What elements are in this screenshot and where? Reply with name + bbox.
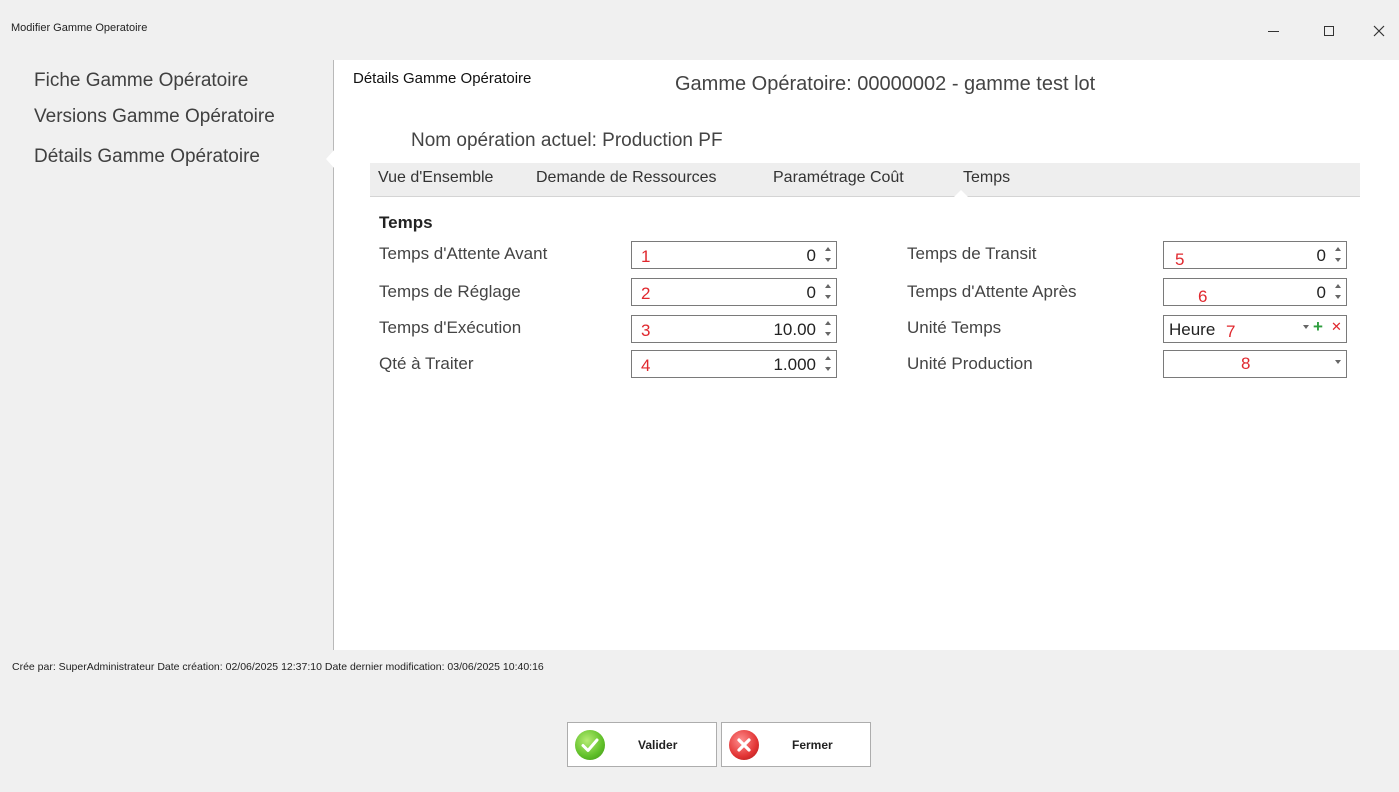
remove-icon[interactable]: ✕ xyxy=(1331,319,1342,335)
group-title: Temps xyxy=(379,213,433,232)
qte-spinner[interactable] xyxy=(823,354,833,374)
spin-up-icon xyxy=(1335,284,1341,288)
sidebar: Fiche Gamme Opératoire Versions Gamme Op… xyxy=(0,60,335,650)
active-tab-indicator xyxy=(954,190,968,197)
window-title: Modifier Gamme Operatoire xyxy=(11,22,148,34)
spin-down-icon xyxy=(825,332,831,336)
creation-info: Crée par: SuperAdministrateur Date créat… xyxy=(12,661,544,673)
section-title: Détails Gamme Opératoire xyxy=(353,70,532,87)
field-label-attente-apres: Temps d'Attente Après xyxy=(907,282,1077,301)
maximize-icon xyxy=(1324,26,1334,36)
unite-production-select[interactable]: 8 xyxy=(1163,350,1347,378)
spin-down-icon xyxy=(825,367,831,371)
qte-input[interactable]: 4 1.000 xyxy=(631,350,837,378)
annotation-marker: 8 xyxy=(1241,354,1251,373)
title-bar: Modifier Gamme Operatoire xyxy=(0,0,1399,60)
annotation-marker: 7 xyxy=(1226,322,1236,341)
add-icon[interactable]: + xyxy=(1313,317,1323,337)
spin-up-icon xyxy=(1335,247,1341,251)
tab-parametrage-cout[interactable]: Paramétrage Coût xyxy=(773,169,904,187)
spin-up-icon xyxy=(825,247,831,251)
dropdown-arrow-icon[interactable] xyxy=(1335,360,1341,364)
reglage-value: 0 xyxy=(806,283,816,302)
spin-up-icon xyxy=(825,356,831,360)
attente-apres-input[interactable]: 6 0 xyxy=(1163,278,1347,306)
field-label-unite-production: Unité Production xyxy=(907,354,1033,373)
tab-temps[interactable]: Temps xyxy=(963,169,1010,187)
execution-value: 10.00 xyxy=(773,320,816,339)
field-label-reglage: Temps de Réglage xyxy=(379,282,521,301)
check-icon xyxy=(575,730,605,760)
annotation-marker: 3 xyxy=(641,321,651,340)
attente-avant-value: 0 xyxy=(806,246,816,265)
tab-bar: Vue d'Ensemble Demande de Ressources Par… xyxy=(370,163,1360,197)
gamme-title: Gamme Opératoire: 00000002 - gamme test … xyxy=(675,73,1096,95)
attente-apres-value: 0 xyxy=(1316,283,1326,302)
close-window-button[interactable] xyxy=(1356,16,1399,46)
maximize-button[interactable] xyxy=(1306,16,1352,46)
attente-apres-spinner[interactable] xyxy=(1333,282,1343,302)
reglage-spinner[interactable] xyxy=(823,282,833,302)
operation-name: Nom opération actuel: Production PF xyxy=(411,130,723,151)
attente-avant-spinner[interactable] xyxy=(823,245,833,265)
field-label-transit: Temps de Transit xyxy=(907,244,1037,263)
sidebar-item-details[interactable]: Détails Gamme Opératoire xyxy=(34,146,260,168)
spin-down-icon xyxy=(825,258,831,262)
close-icon xyxy=(1373,25,1385,37)
unite-temps-value: Heure xyxy=(1169,320,1216,339)
execution-input[interactable]: 3 10.00 xyxy=(631,315,837,343)
transit-value: 0 xyxy=(1316,246,1326,265)
minimize-icon xyxy=(1267,30,1279,32)
sidebar-item-fiche[interactable]: Fiche Gamme Opératoire xyxy=(34,70,248,92)
annotation-marker: 4 xyxy=(641,356,651,375)
qte-value: 1.000 xyxy=(773,355,816,374)
cancel-icon xyxy=(729,730,759,760)
close-label: Fermer xyxy=(792,738,833,752)
field-label-attente-avant: Temps d'Attente Avant xyxy=(379,244,548,263)
close-button[interactable]: Fermer xyxy=(721,722,871,767)
annotation-marker: 1 xyxy=(641,247,651,266)
validate-button[interactable]: Valider xyxy=(567,722,717,767)
spin-down-icon xyxy=(1335,295,1341,299)
minimize-button[interactable] xyxy=(1250,16,1296,46)
unite-temps-select[interactable]: Heure 7 + ✕ xyxy=(1163,315,1347,343)
reglage-input[interactable]: 2 0 xyxy=(631,278,837,306)
field-label-execution: Temps d'Exécution xyxy=(379,318,522,337)
spin-down-icon xyxy=(825,295,831,299)
tab-vue-ensemble[interactable]: Vue d'Ensemble xyxy=(378,169,493,187)
spin-up-icon xyxy=(825,321,831,325)
spin-up-icon xyxy=(825,284,831,288)
sidebar-item-versions[interactable]: Versions Gamme Opératoire xyxy=(34,106,275,128)
attente-avant-input[interactable]: 1 0 xyxy=(631,241,837,269)
annotation-marker: 2 xyxy=(641,284,651,303)
spin-down-icon xyxy=(1335,258,1341,262)
annotation-marker: 5 xyxy=(1175,250,1185,269)
transit-spinner[interactable] xyxy=(1333,245,1343,265)
field-label-qte: Qté à Traiter xyxy=(379,354,474,373)
dropdown-arrow-icon[interactable] xyxy=(1303,325,1309,329)
execution-spinner[interactable] xyxy=(823,319,833,339)
annotation-marker: 6 xyxy=(1198,287,1208,306)
field-label-unite-temps: Unité Temps xyxy=(907,318,1002,337)
main-panel: Détails Gamme Opératoire Gamme Opératoir… xyxy=(334,60,1399,650)
validate-label: Valider xyxy=(638,738,678,752)
tab-demande-ressources[interactable]: Demande de Ressources xyxy=(536,169,717,187)
transit-input[interactable]: 5 0 xyxy=(1163,241,1347,269)
